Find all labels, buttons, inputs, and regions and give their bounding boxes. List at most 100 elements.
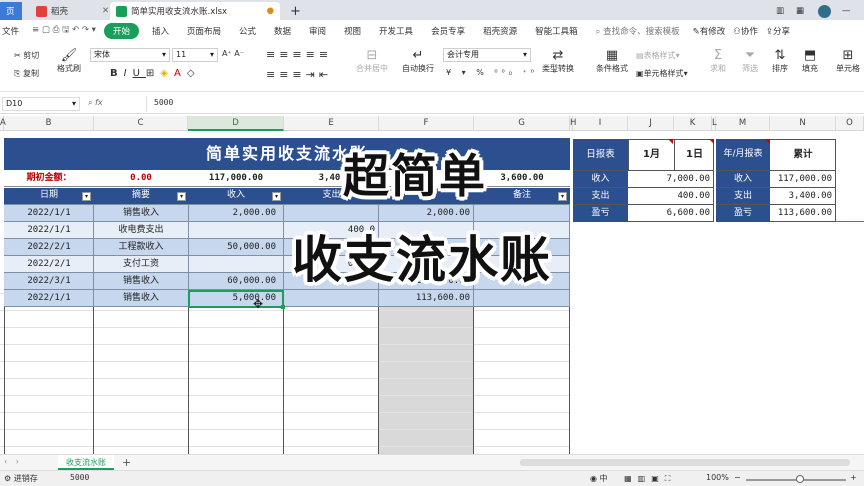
income-total[interactable]: 117,000.00	[188, 170, 284, 187]
col-header-B[interactable]: B	[4, 116, 94, 131]
wrap-text-button[interactable]: ↵ 自动换行	[398, 48, 438, 74]
filter-dropdown-icon[interactable]: ▾	[82, 192, 91, 201]
grid-icon[interactable]: ▦	[790, 2, 810, 20]
col-header-D[interactable]: D	[188, 116, 284, 131]
menu-member[interactable]: 会员专享	[422, 25, 474, 37]
menu-view[interactable]: 视图	[335, 25, 370, 37]
zoom-slider-handle[interactable]	[796, 475, 804, 483]
close-icon[interactable]: ✕	[102, 6, 109, 16]
edits-button[interactable]: ✎有修改	[689, 25, 730, 37]
col-header-I[interactable]: I	[573, 116, 628, 131]
horizontal-scrollbar[interactable]	[520, 459, 850, 466]
avatar[interactable]	[812, 2, 837, 20]
sheet-nav-arrows[interactable]: ‹ ›	[4, 457, 22, 466]
conditional-format-button[interactable]: ▦ 条件格式	[594, 48, 630, 74]
share-button[interactable]: ⇪分享	[762, 25, 794, 37]
number-format-select[interactable]: 会计专用 ▾	[443, 48, 531, 62]
cell-date[interactable]: 2022/1/1	[4, 290, 94, 307]
font-grow-icon[interactable]: A⁺ A⁻	[222, 49, 244, 58]
status-tools[interactable]: ◉ 中 ▦▥▣⛶	[590, 473, 676, 484]
italic-icon[interactable]: I	[124, 68, 133, 79]
command-search[interactable]: ⌕ 查找命令、搜索模板	[587, 25, 689, 37]
selected-cell-outline[interactable]	[188, 290, 284, 308]
underline-icon[interactable]: U	[133, 68, 146, 79]
zoom-level[interactable]: 100%	[706, 473, 729, 482]
tab-home[interactable]: 页	[0, 2, 22, 20]
new-tab-button[interactable]: +	[284, 2, 307, 20]
cell-date[interactable]: 2022/1/1	[4, 205, 94, 222]
merge-center-button[interactable]: ⊟ 合并居中	[352, 48, 392, 74]
cell-style-button[interactable]: ▣单元格样式▾	[636, 68, 688, 79]
font-size-select[interactable]: 11 ▾	[172, 48, 218, 62]
menu-insert[interactable]: 插入	[143, 25, 178, 37]
collab-button[interactable]: ⚇协作	[729, 25, 762, 37]
font-name-select[interactable]: 宋体 ▾	[90, 48, 170, 62]
sum-button[interactable]: Σ 求和	[706, 48, 730, 74]
fill-color-icon[interactable]: ◈	[160, 68, 174, 79]
menu-docer-resources[interactable]: 稻壳资源	[474, 25, 526, 37]
eye-icon[interactable]: ◉	[590, 474, 597, 483]
report-cum-expense[interactable]: 3,400.00	[770, 187, 836, 204]
zoom-in-icon[interactable]: +	[850, 473, 857, 482]
col-header-F[interactable]: F	[379, 116, 474, 131]
cell-income[interactable]: 60,000.00	[188, 273, 284, 290]
bold-icon[interactable]: B	[110, 68, 124, 79]
day-select[interactable]: 1日	[674, 139, 714, 170]
cell-income[interactable]: 2,000.00	[188, 205, 284, 222]
col-header-J[interactable]: J	[628, 116, 674, 131]
sheet-tab-ledger[interactable]: 收支流水账	[58, 455, 114, 470]
sort-button[interactable]: ⇅ 排序	[768, 48, 792, 74]
menu-review[interactable]: 审阅	[300, 25, 335, 37]
input-method-icon[interactable]: 中	[600, 474, 608, 483]
col-header-E[interactable]: E	[284, 116, 379, 131]
balance-total[interactable]: 3,600.00	[474, 170, 570, 187]
cell-date[interactable]: 2022/1/1	[4, 222, 94, 239]
menu-home[interactable]: 开始	[103, 23, 139, 39]
filter-button[interactable]: ⏷ 筛选	[738, 48, 762, 74]
fill-handle[interactable]	[281, 305, 285, 309]
border-icon[interactable]: ⊞	[146, 68, 160, 79]
col-header-K[interactable]: K	[674, 116, 712, 131]
fill-button[interactable]: ⬒ 填充	[798, 48, 822, 74]
format-painter-button[interactable]: 🖌 格式刷	[54, 48, 84, 74]
report-cum-profit[interactable]: 113,600.00	[770, 204, 836, 221]
table-style-button[interactable]: ▤表格样式▾	[636, 50, 680, 61]
menu-developer[interactable]: 开发工具	[370, 25, 422, 37]
type-convert-button[interactable]: ⇄ 类型转换	[540, 48, 576, 74]
opening-value[interactable]: 0.00	[94, 170, 188, 187]
cell-desc[interactable]: 工程款收入	[94, 239, 188, 256]
report-day-profit[interactable]: 6,600.00	[628, 204, 714, 221]
menu-formula[interactable]: 公式	[230, 25, 265, 37]
cell-balance[interactable]: 113,600.00	[379, 290, 474, 307]
minimize-icon[interactable]: —	[836, 2, 857, 20]
cell-date[interactable]: 2022/2/1	[4, 256, 94, 273]
cell-desc[interactable]: 销售收入	[94, 290, 188, 307]
copy-button[interactable]: ⎘ 复制	[14, 68, 39, 79]
window-layout-icon[interactable]: ▥	[770, 2, 790, 20]
cut-button[interactable]: ✂ 剪切	[14, 50, 39, 61]
add-sheet-button[interactable]: +	[122, 456, 131, 469]
col-header-M[interactable]: M	[716, 116, 770, 131]
status-mode[interactable]: ⚙ 进销存	[4, 473, 38, 484]
col-header-G[interactable]: G	[474, 116, 570, 131]
formula-controls[interactable]: ⌕ fx	[88, 98, 103, 108]
filter-dropdown-icon[interactable]: ▾	[177, 192, 186, 201]
report-cum-income[interactable]: 117,000.00	[770, 170, 836, 187]
cell-button[interactable]: ⊞ 单元格	[834, 48, 862, 74]
formula-input[interactable]: 5000	[154, 98, 173, 107]
cell-date[interactable]: 2022/2/1	[4, 239, 94, 256]
cell-desc[interactable]: 支付工资	[94, 256, 188, 273]
cell-income[interactable]: 50,000.00	[188, 239, 284, 256]
zoom-icon[interactable]: ⌕	[88, 98, 92, 107]
col-header-O[interactable]: O	[836, 116, 864, 131]
view-icons[interactable]: ▦▥▣⛶	[624, 474, 676, 483]
quick-access-icons[interactable]: ≡ ▢ ⎙ 🖫 ↶ ↷ ▾	[28, 24, 100, 38]
menu-data[interactable]: 数据	[265, 25, 300, 37]
report-day-expense[interactable]: 400.00	[628, 187, 714, 204]
cell-desc[interactable]: 收电费支出	[94, 222, 188, 239]
menu-smart-tools[interactable]: 智能工具箱	[526, 25, 587, 37]
menu-page-layout[interactable]: 页面布局	[178, 25, 230, 37]
fx-icon[interactable]: fx	[95, 98, 103, 107]
clear-format-icon[interactable]: ◇	[187, 68, 201, 79]
report-day-income[interactable]: 7,000.00	[628, 170, 714, 187]
